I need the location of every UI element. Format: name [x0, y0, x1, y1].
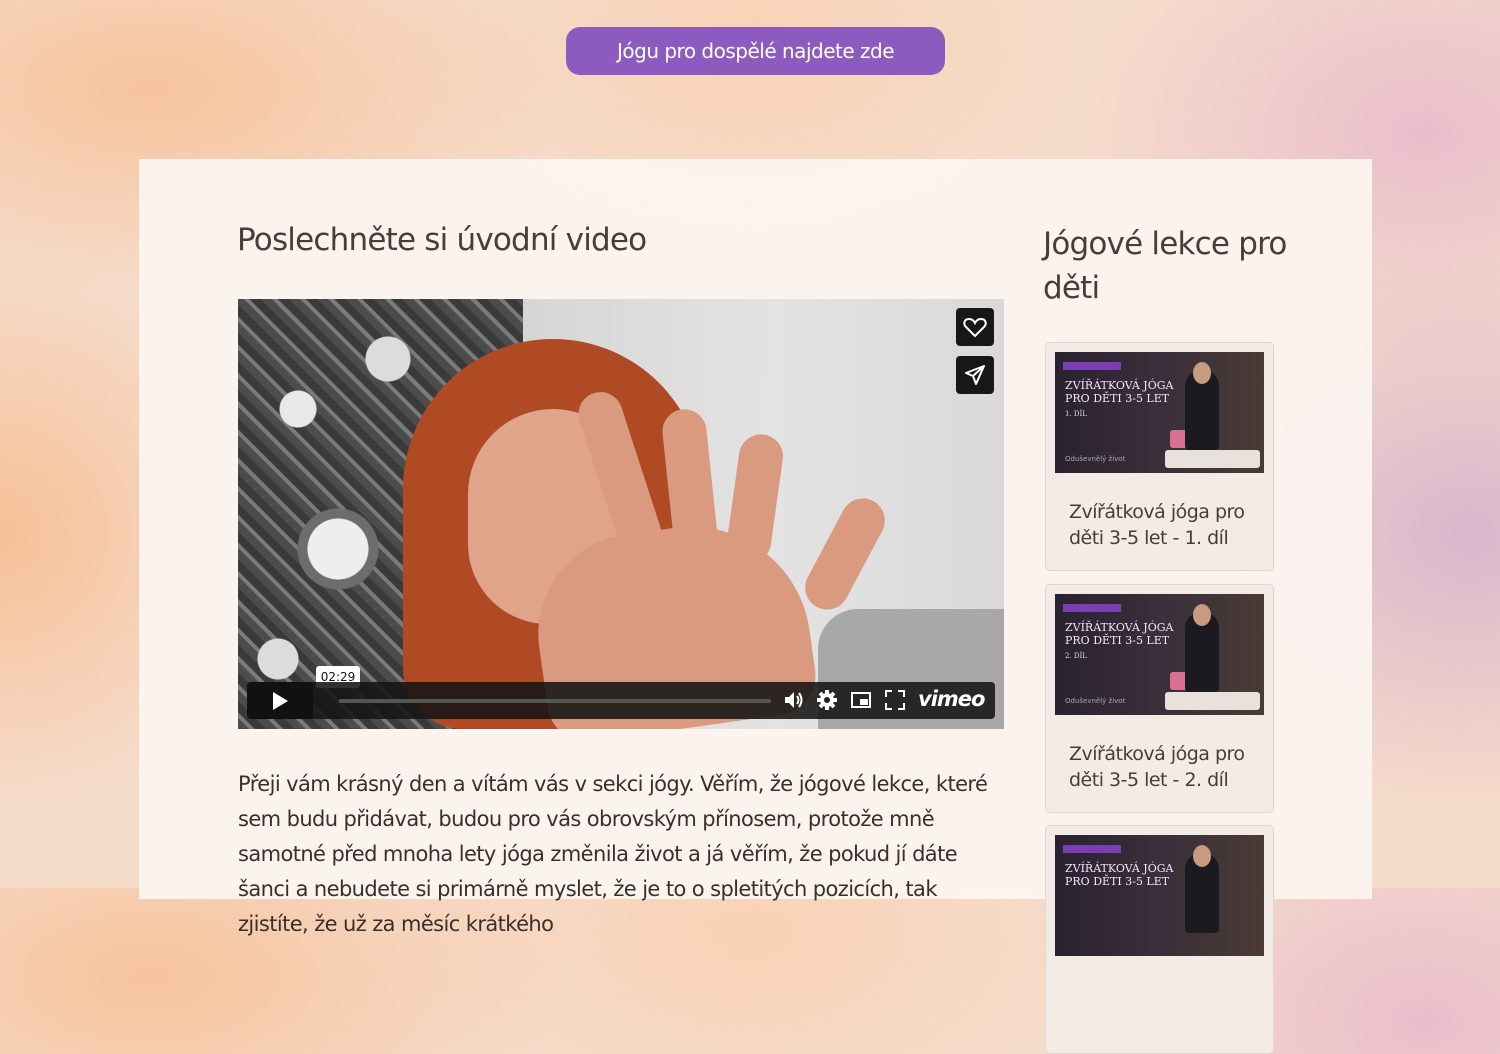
volume-icon[interactable]: [783, 689, 805, 711]
thumbnail-badge: [1063, 845, 1121, 853]
thumbnail-logo: Oduševnělý život: [1065, 697, 1126, 705]
play-icon: [273, 691, 288, 710]
video-player[interactable]: 02:29 vimeo: [238, 299, 1004, 729]
picture-in-picture-icon[interactable]: [850, 689, 872, 711]
lesson-title[interactable]: Zvířátková jóga pro děti 3-5 let - 2. dí…: [1069, 741, 1264, 793]
lesson-card[interactable]: ZVÍŘÁTKOVÁ JÓGA PRO DĚTI 3-5 LET 1. DÍL …: [1045, 342, 1274, 571]
thumbnail-mat: [1165, 450, 1260, 468]
thumbnail-title: ZVÍŘÁTKOVÁ JÓGA PRO DĚTI 3-5 LET: [1065, 862, 1174, 888]
thumbnail-head: [1193, 362, 1211, 384]
lesson-thumbnail: ZVÍŘÁTKOVÁ JÓGA PRO DĚTI 3-5 LET 1. DÍL …: [1055, 352, 1264, 473]
gear-icon[interactable]: [816, 689, 838, 711]
play-button[interactable]: [247, 682, 313, 719]
thumbnail-head: [1193, 845, 1211, 867]
thumbnail-logo: Oduševnělý život: [1065, 455, 1126, 463]
heart-icon: [963, 317, 987, 338]
lesson-thumbnail: ZVÍŘÁTKOVÁ JÓGA PRO DĚTI 3-5 LET 2. DÍL …: [1055, 594, 1264, 715]
sidebar-title: Jógové lekce pro děti: [1043, 226, 1287, 306]
vimeo-logo[interactable]: vimeo: [918, 687, 985, 711]
intro-paragraph: Přeji vám krásný den a vítám vás v sekci…: [238, 772, 988, 936]
thumbnail-mat: [1165, 692, 1260, 710]
share-button[interactable]: [956, 356, 994, 394]
thumbnail-badge: [1063, 362, 1121, 370]
thumbnail-part: 1. DÍL: [1065, 410, 1087, 418]
progress-bar[interactable]: [339, 699, 771, 703]
thumbnail-title: ZVÍŘÁTKOVÁ JÓGA PRO DĚTI 3-5 LET: [1065, 379, 1174, 405]
lesson-card[interactable]: ZVÍŘÁTKOVÁ JÓGA PRO DĚTI 3-5 LET 2. DÍL …: [1045, 584, 1274, 813]
adult-yoga-button[interactable]: Jógu pro dospělé najdete zde: [566, 27, 945, 75]
like-button[interactable]: [956, 308, 994, 346]
fullscreen-icon[interactable]: [884, 689, 906, 711]
thumbnail-title: ZVÍŘÁTKOVÁ JÓGA PRO DĚTI 3-5 LET: [1065, 621, 1174, 647]
video-controls: vimeo: [247, 682, 995, 719]
thumbnail-part: 2. DÍL: [1065, 652, 1087, 660]
lesson-card[interactable]: ZVÍŘÁTKOVÁ JÓGA PRO DĚTI 3-5 LET: [1045, 825, 1274, 1054]
thumbnail-head: [1193, 604, 1211, 626]
lesson-title[interactable]: Zvířátková jóga pro děti 3-5 let - 1. dí…: [1069, 499, 1264, 551]
send-icon: [965, 365, 985, 385]
page-title: Poslechněte si úvodní video: [237, 222, 647, 258]
lesson-thumbnail: ZVÍŘÁTKOVÁ JÓGA PRO DĚTI 3-5 LET: [1055, 835, 1264, 956]
thumbnail-badge: [1063, 604, 1121, 612]
